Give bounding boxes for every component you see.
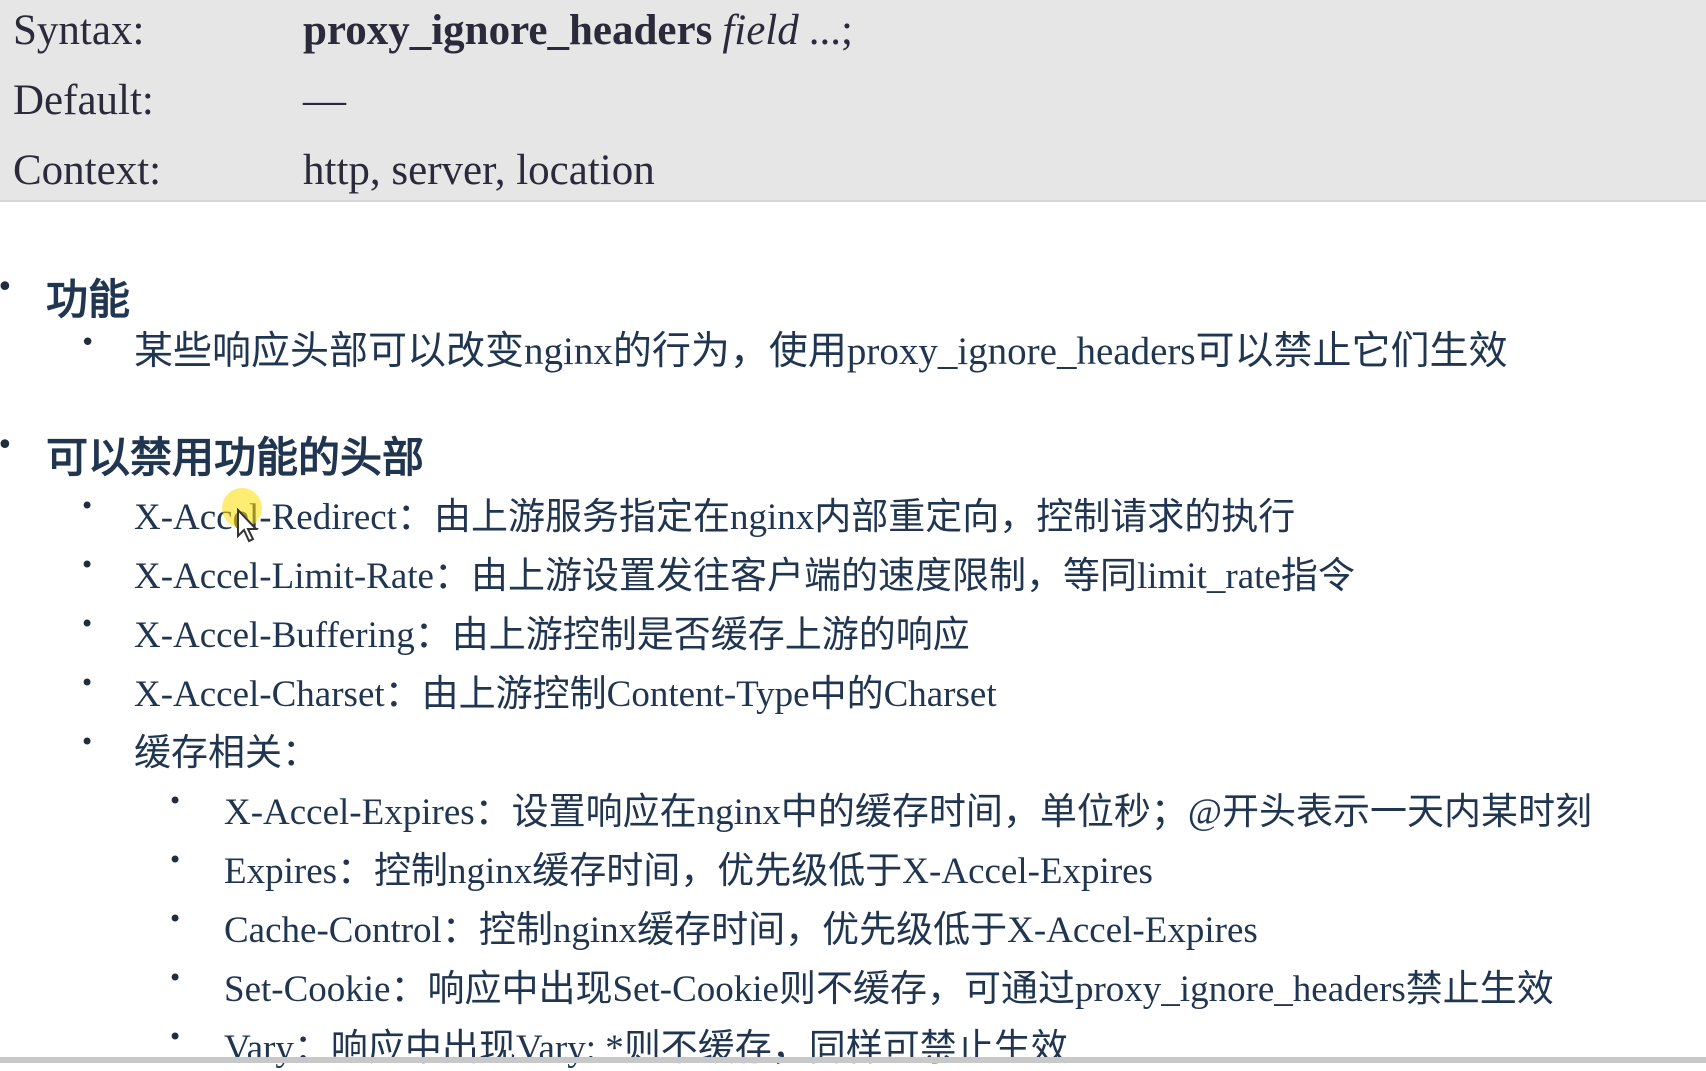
list-bullet: • [80,728,95,756]
bottom-bar [0,1057,1706,1063]
list-bullet: • [80,328,96,358]
sublist-bullet: • [168,787,183,815]
syntax-value: proxy_ignore_headers field...; [303,6,853,55]
directive-name: proxy_ignore_headers [303,6,713,54]
list-item: X-Accel-Limit-Rate：由上游设置发往客户端的速度限制，等同lim… [134,556,1355,597]
sublist-bullet: • [168,905,183,933]
list-item: X-Accel-Redirect：由上游服务指定在nginx内部重定向，控制请求… [134,497,1296,538]
sublist-item: Set-Cookie：响应中出现Set-Cookie则不缓存，可通过proxy_… [224,969,1554,1010]
default-label: Default: [13,76,154,124]
directive-arg: field [722,6,799,54]
list-item: X-Accel-Charset：由上游控制Content-Type中的Chars… [134,674,997,715]
section-heading-function: 功能 [46,275,131,324]
context-label: Context: [13,146,162,194]
sublist-bullet: • [168,1023,183,1051]
section-bullet: • [0,270,14,305]
section-heading-headers: 可以禁用功能的头部 [46,433,425,482]
sublist-item: Cache-Control：控制nginx缓存时间，优先级低于X-Accel-E… [224,910,1258,951]
list-item: X-Accel-Buffering：由上游控制是否缓存上游的响应 [134,615,970,656]
section-bullet: • [0,428,14,463]
list-bullet: • [80,610,95,638]
sublist-item: Expires：控制nginx缓存时间，优先级低于X-Accel-Expires [224,851,1153,892]
syntax-label: Syntax: [13,6,145,54]
directive-rest: ...; [808,6,853,54]
list-item: 某些响应头部可以改变nginx的行为，使用proxy_ignore_header… [134,330,1508,373]
mouse-pointer-icon [237,508,259,543]
sublist-bullet: • [168,846,183,874]
context-value: http, server, location [303,146,655,194]
directive-summary: Syntax: proxy_ignore_headers field...; De… [0,0,1706,202]
default-value: — [303,76,346,124]
list-item: 缓存相关： [134,733,319,774]
list-bullet: • [80,492,95,520]
list-bullet: • [80,551,95,579]
sublist-item: X-Accel-Expires：设置响应在nginx中的缓存时间，单位秒；@开头… [224,792,1593,833]
sublist-bullet: • [168,964,183,992]
list-bullet: • [80,669,95,697]
